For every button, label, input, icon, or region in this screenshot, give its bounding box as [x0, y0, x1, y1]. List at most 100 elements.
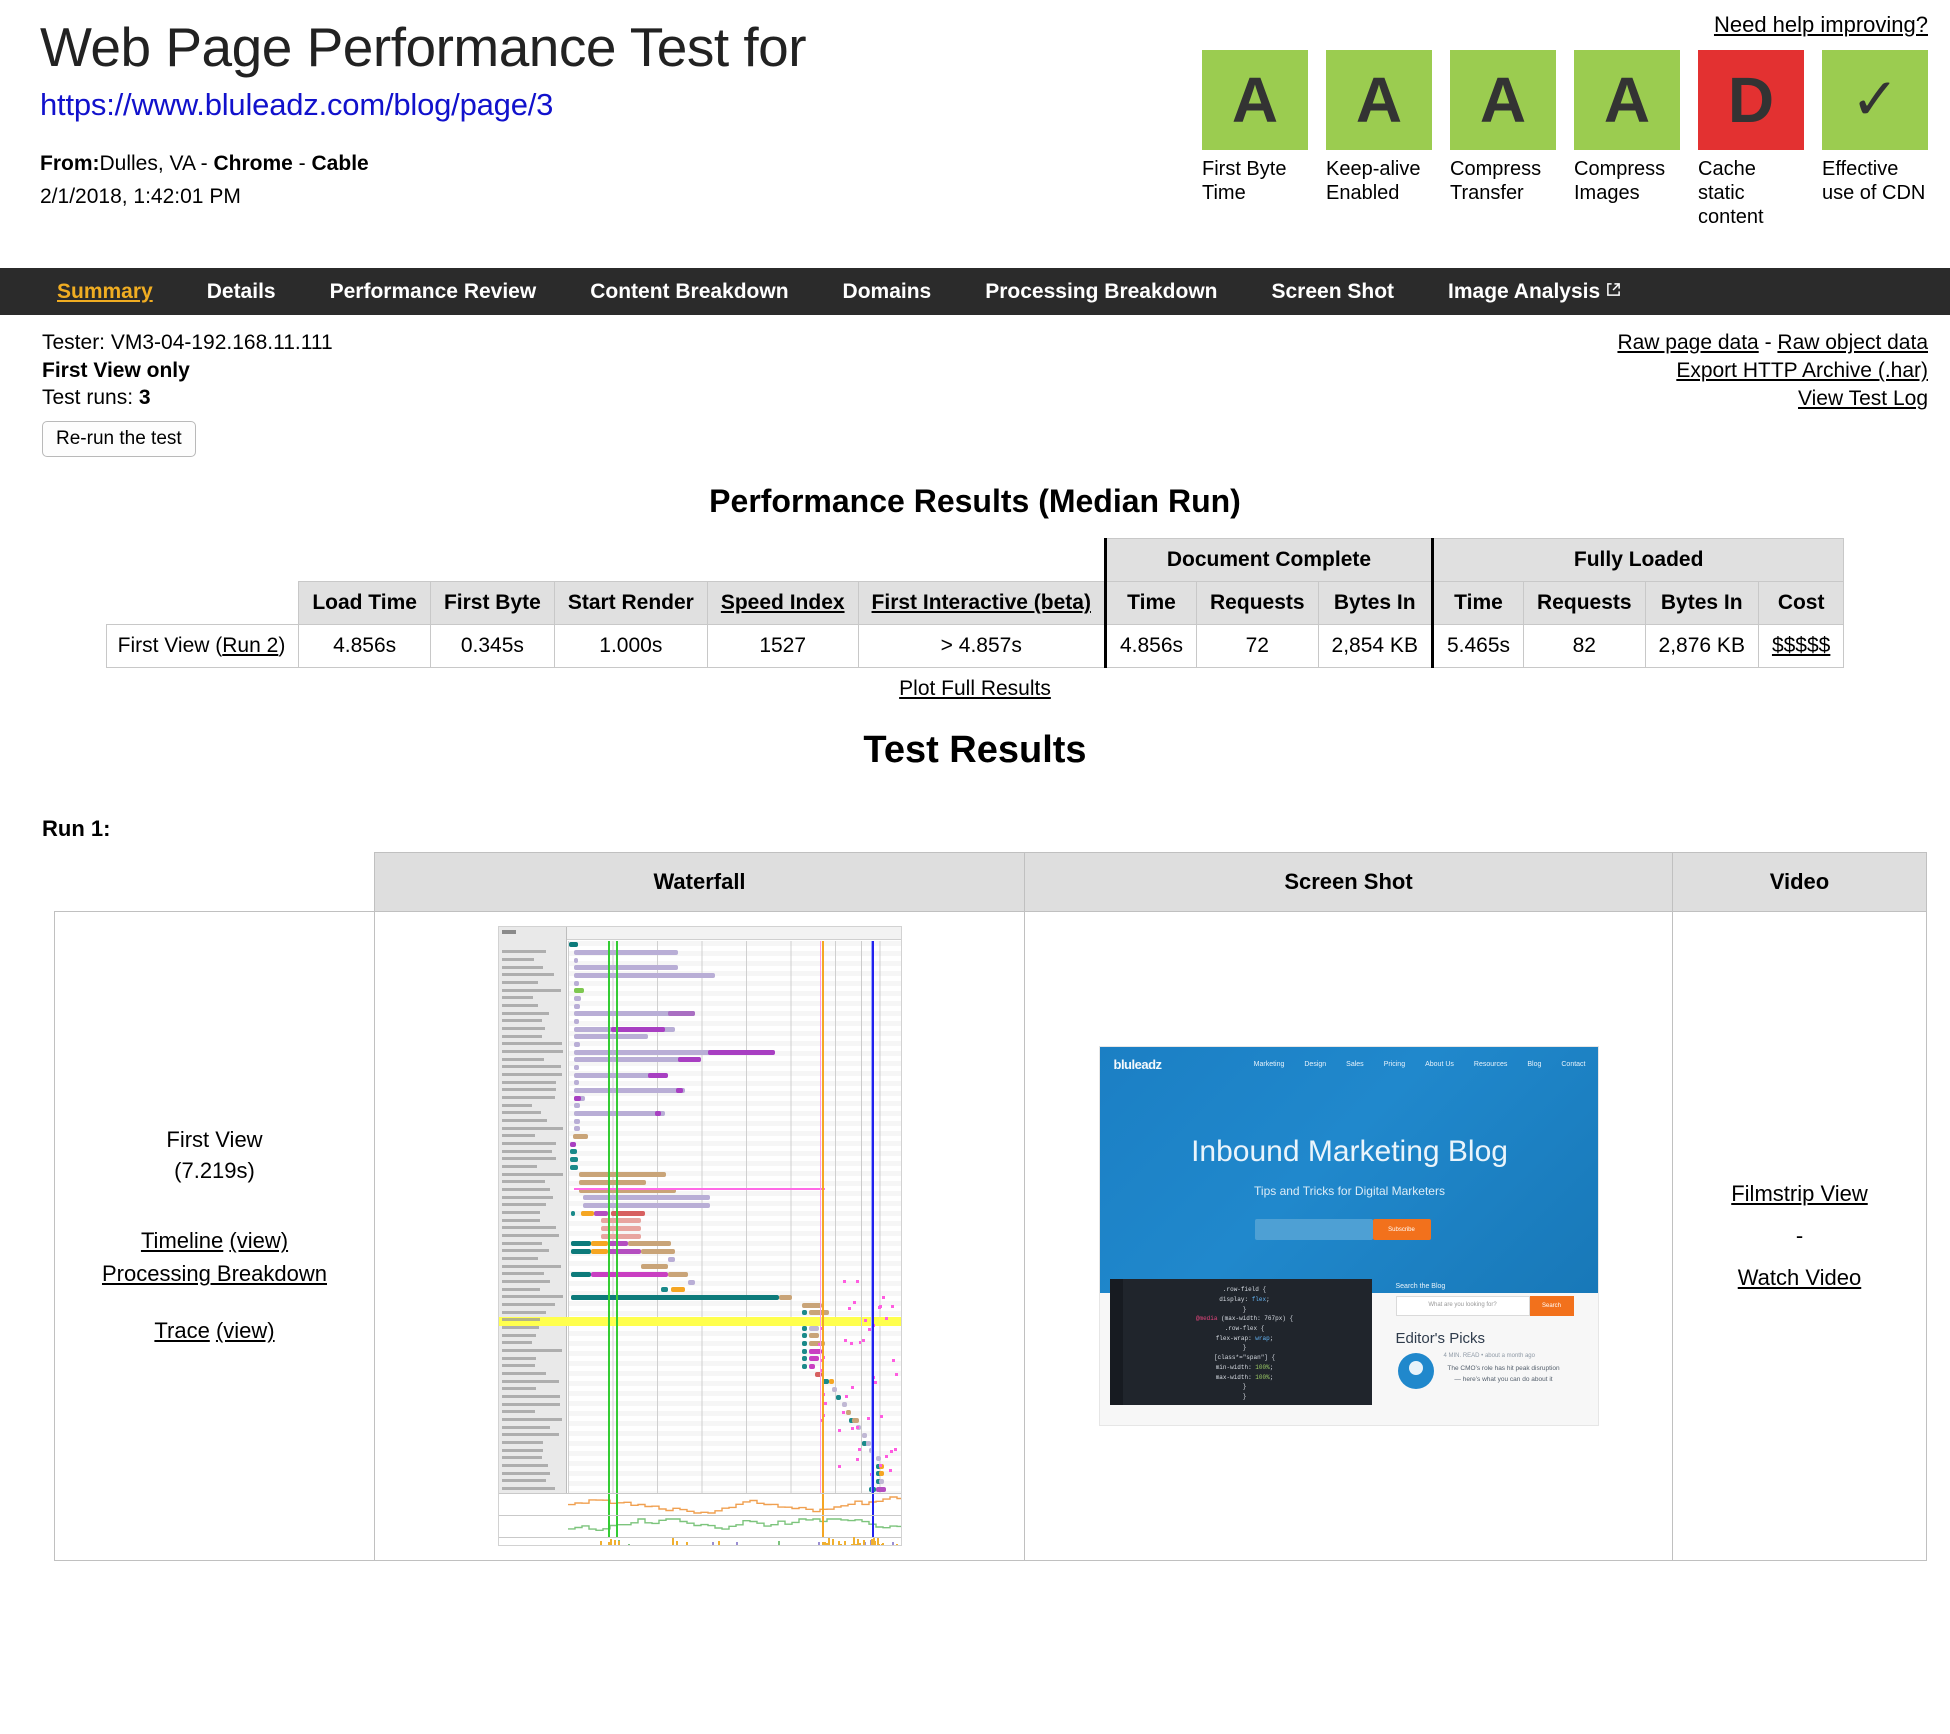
processing-breakdown-link[interactable]: Processing Breakdown [102, 1261, 327, 1286]
view-mode: First View only [42, 358, 190, 382]
nav-item-processing-breakdown[interactable]: Processing Breakdown [958, 280, 1244, 304]
filmstrip-view-link[interactable]: Filmstrip View [1731, 1181, 1868, 1206]
nav-item-label: Processing Breakdown [985, 279, 1218, 303]
nav-item-details[interactable]: Details [180, 280, 303, 304]
grade-column-3[interactable]: A Compress Images [1574, 50, 1680, 229]
raw-page-data-link[interactable]: Raw page data [1617, 331, 1758, 354]
waterfall-bar-3 [574, 965, 679, 971]
waterfall-request-label-5 [501, 980, 538, 984]
perf-row-label-suffix: ) [278, 634, 286, 658]
watch-video-link[interactable]: Watch Video [1738, 1265, 1862, 1290]
nav-item-label: Content Breakdown [590, 279, 789, 303]
waterfall-bar-4 [574, 973, 715, 979]
waterfall-request-label-39 [501, 1241, 543, 1245]
grade-badges: A First Byte Time A Keep-alive Enabled A Comp… [1202, 50, 1928, 229]
cost-link[interactable]: $$$$$ [1772, 634, 1830, 657]
grade-column-1[interactable]: A Keep-alive Enabled [1326, 50, 1432, 229]
waterfall-request-label-23 [501, 1118, 547, 1122]
trace-view-link[interactable]: (view) [216, 1318, 275, 1343]
from-separator: - [292, 152, 312, 176]
waterfall-bar-58 [668, 1256, 675, 1262]
perf-col-time: Time [1103, 581, 1198, 626]
screenshot-search-bar: What are you looking for? Search [1395, 1296, 1574, 1317]
perf-col-link[interactable]: Speed Index [721, 591, 845, 614]
waterfall-bar-16 [574, 1049, 715, 1055]
grade-column-4[interactable]: D Cache static content [1698, 50, 1804, 229]
first-view-info-cell: First View (7.219s) Timeline (view) Proc… [54, 911, 375, 1562]
grade-column-0[interactable]: A First Byte Time [1202, 50, 1308, 229]
waterfall-event-dot-0 [894, 1448, 898, 1452]
screenshot-cell[interactable]: bluleadz Marketing Design Sales Pricing Abou… [1024, 911, 1673, 1562]
nav-item-domains[interactable]: Domains [816, 280, 959, 304]
screenshot-search-button: Search [1529, 1296, 1574, 1317]
need-help-improving-link[interactable]: Need help improving? [1714, 12, 1928, 38]
waterfall-mainthread-bar [777, 1541, 780, 1546]
waterfall-bar-5 [574, 980, 580, 986]
rerun-test-button[interactable]: Re-run the test [42, 421, 196, 458]
waterfall-mainthread-bar [895, 1544, 898, 1546]
plot-full-results-link[interactable]: Plot Full Results [899, 677, 1051, 700]
perf-col-first-interactive-beta-[interactable]: First Interactive (beta) [857, 581, 1106, 626]
test-runs-value: 3 [138, 386, 151, 410]
grade-column-5[interactable]: ✓ Effective use of CDN [1822, 50, 1928, 229]
waterfall-request-label-20 [501, 1095, 555, 1099]
view-test-log-link[interactable]: View Test Log [1798, 387, 1928, 410]
waterfall-cell[interactable] [374, 911, 1025, 1562]
perf-row-label-header [106, 581, 299, 625]
waterfall-request-label-50 [501, 1325, 539, 1329]
waterfall-request-label-60 [501, 1402, 561, 1406]
timeline-view-link[interactable]: (view) [229, 1228, 288, 1253]
waterfall-request-label-18 [501, 1080, 557, 1084]
timeline-link[interactable]: Timeline [141, 1228, 223, 1253]
waterfall-bar-41 [582, 1195, 710, 1201]
waterfall-panel-marker-1-2 [822, 1516, 825, 1539]
waterfall-thumbnail[interactable] [497, 926, 902, 1547]
nav-item-performance-review[interactable]: Performance Review [303, 280, 564, 304]
screenshot-thumbnail[interactable]: bluleadz Marketing Design Sales Pricing Abou… [1098, 1046, 1599, 1427]
waterfall-mainthread-burst-1-2 [672, 1538, 674, 1546]
nav-item-screen-shot[interactable]: Screen Shot [1244, 280, 1421, 304]
waterfall-mainthread-bar [685, 1541, 688, 1546]
nav-item-label: Domains [842, 279, 932, 303]
waterfall-mainthread-bar [839, 1543, 842, 1546]
waterfall-event-dot-36 [894, 1372, 898, 1376]
waterfall-mainthread-bar [627, 1544, 630, 1546]
waterfall-bar-27 [574, 1095, 581, 1101]
waterfall-bar-89 [835, 1394, 841, 1400]
tested-url-link[interactable]: https://www.bluleadz.com/blog/page/3 [40, 87, 553, 123]
waterfall-bar-43 [570, 1210, 575, 1216]
waterfall-request-label-45 [501, 1287, 540, 1291]
waterfall-bar-44 [580, 1210, 595, 1216]
waterfall-event-dot-7 [843, 1338, 847, 1342]
waterfall-request-label-1 [501, 950, 547, 954]
perf-col-speed-index[interactable]: Speed Index [706, 581, 859, 626]
waterfall-event-dot-37 [845, 1395, 849, 1399]
nav-item-label: Image Analysis [1448, 279, 1601, 303]
perf-run-link[interactable]: Run 2 [222, 634, 278, 657]
nav-item-content-breakdown[interactable]: Content Breakdown [563, 280, 815, 304]
page-title: Web Page Performance Test for [40, 16, 807, 78]
export-har-link[interactable]: Export HTTP Archive (.har) [1676, 359, 1928, 382]
waterfall-request-label-2 [501, 957, 534, 961]
waterfall-request-label-19 [501, 1088, 557, 1092]
nav-item-summary[interactable]: Summary [30, 280, 180, 304]
nav-item-image-analysis[interactable]: Image Analysis [1421, 280, 1648, 304]
perf-value-11[interactable]: $$$$$ [1757, 624, 1845, 669]
waterfall-marker-secondary-2 [870, 941, 872, 1494]
link-gap [56, 1290, 373, 1314]
raw-object-data-link[interactable]: Raw object data [1777, 331, 1928, 354]
screenshot-code-line-3: @media (max-width: 767px) { [1195, 1315, 1294, 1323]
waterfall-bar-20 [574, 1065, 580, 1071]
waterfall-mainthread-bar [711, 1542, 714, 1546]
trace-link[interactable]: Trace [154, 1318, 209, 1343]
video-cell: Filmstrip View - Watch Video [1672, 911, 1927, 1562]
perf-col-link[interactable]: First Interactive (beta) [872, 591, 1091, 614]
grade-column-2[interactable]: A Compress Transfer [1450, 50, 1556, 229]
waterfall-event-dot-42 [851, 1427, 855, 1431]
waterfall-panel-marker-0-2 [822, 1494, 825, 1517]
nav-item-label: Performance Review [329, 279, 537, 303]
waterfall-bar-64 [661, 1287, 668, 1293]
waterfall-bar-83 [802, 1364, 808, 1370]
screenshot-code-line-5: flex-wrap: wrap; [1215, 1334, 1274, 1342]
screenshot-nav-item-3: Pricing [1383, 1060, 1406, 1068]
